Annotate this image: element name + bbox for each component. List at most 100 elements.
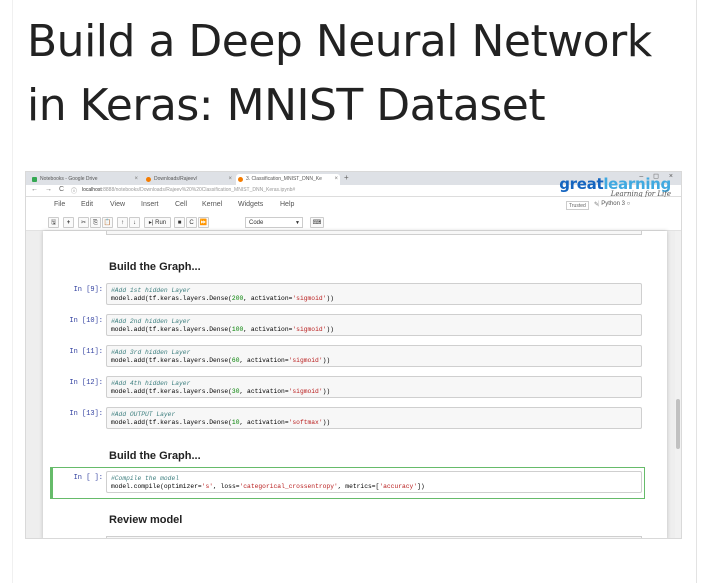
jupyter-toolbar: 🖫 + ✂ ⎘ 📋 ↑ ↓ ▸| Run ■ C ⏩ Code ▼ ⌨ xyxy=(26,214,681,231)
code-text: )) xyxy=(322,357,331,364)
code-cell-layer-2[interactable]: #Add 2nd hidden Layer model.add(tf.keras… xyxy=(106,314,642,336)
close-icon[interactable]: × xyxy=(228,174,232,185)
notebook-page: Build the Graph... In [9]: #Add 1st hidd… xyxy=(43,231,667,538)
restart-icon[interactable]: C xyxy=(186,217,197,228)
code-text: , loss= xyxy=(213,483,240,490)
url-field[interactable]: localhost:8888/notebooks/Downloads/Rajee… xyxy=(82,186,295,195)
menu-file[interactable]: File xyxy=(54,201,65,208)
info-icon[interactable]: ⓘ xyxy=(71,186,77,195)
code-text: ]) xyxy=(417,483,425,490)
reload-icon[interactable]: C xyxy=(59,186,64,193)
cell-prompt: In [ ]: xyxy=(73,474,103,482)
code-text: )) xyxy=(322,419,331,426)
code-text: , metrics=[ xyxy=(337,483,380,490)
code-text: , activation= xyxy=(243,295,293,302)
kernel-indicator: | Python 3 ○ xyxy=(598,201,631,207)
chevron-down-icon: ▼ xyxy=(295,220,300,226)
code-string: 'sigmoid' xyxy=(288,357,323,364)
great-learning-logo: greatlearning Learning for Life xyxy=(559,175,671,198)
save-icon[interactable]: 🖫 xyxy=(48,217,59,228)
menu-cell[interactable]: Cell xyxy=(175,201,187,208)
tab-google-drive[interactable]: Notebooks - Google Drive × xyxy=(30,174,140,185)
code-cell-layer-1[interactable]: #Add 1st hidden Layer model.add(tf.keras… xyxy=(106,283,642,305)
code-cell-layer-3[interactable]: #Add 3rd hidden Layer model.add(tf.keras… xyxy=(106,345,642,367)
tab-downloads[interactable]: Downloads/Rajeev/ × xyxy=(144,174,234,185)
code-text: )) xyxy=(326,295,334,302)
code-string: 'categorical_crossentropy' xyxy=(239,483,338,490)
code-text: model.add(tf.keras.layers.Dense( xyxy=(111,295,232,302)
code-text: model.add(tf.keras.layers.Dense( xyxy=(111,326,232,333)
code-number: 200 xyxy=(231,295,244,302)
code-text: , activation= xyxy=(243,326,293,333)
cell-prompt: In [9]: xyxy=(73,286,103,294)
menu-widgets[interactable]: Widgets xyxy=(238,201,263,208)
tab-label: 3. Classification_MNIST_DNN_Ke xyxy=(246,176,322,182)
code-string: 'sigmoid' xyxy=(292,326,327,333)
code-cell-layer-4[interactable]: #Add 4th hidden Layer model.add(tf.keras… xyxy=(106,376,642,398)
code-text: model.add(tf.keras.layers.Dense( xyxy=(111,388,232,395)
menu-insert[interactable]: Insert xyxy=(141,201,159,208)
code-text: model.add(tf.keras.layers.Dense( xyxy=(111,357,232,364)
menu-help[interactable]: Help xyxy=(280,201,294,208)
cell-type-select[interactable]: Code ▼ xyxy=(245,217,303,228)
move-up-icon[interactable]: ↑ xyxy=(117,217,128,228)
url-path: :8888/notebooks/Downloads/Rajeev%20%20Cl… xyxy=(101,187,296,193)
copy-icon[interactable]: ⎘ xyxy=(90,217,101,228)
code-comment: #Compile the model xyxy=(111,475,180,482)
logo-part-great: great xyxy=(559,175,604,193)
jupyter-icon xyxy=(238,177,243,182)
code-comment: #Add 1st hidden Layer xyxy=(111,287,191,294)
google-drive-icon xyxy=(32,177,37,182)
add-cell-icon[interactable]: + xyxy=(63,217,74,228)
tab-notebook-active[interactable]: 3. Classification_MNIST_DNN_Ke × xyxy=(236,174,340,185)
scrollbar-thumb[interactable] xyxy=(676,399,680,449)
cell-prompt: In [11]: xyxy=(69,348,103,356)
code-text: , activation= xyxy=(239,419,289,426)
close-icon[interactable]: × xyxy=(334,174,338,185)
cell-type-value: Code xyxy=(249,220,264,226)
code-comment: #Add 2nd hidden Layer xyxy=(111,318,191,325)
cut-icon[interactable]: ✂ xyxy=(78,217,89,228)
code-text: model.add(tf.keras.layers.Dense( xyxy=(111,419,232,426)
menu-view[interactable]: View xyxy=(110,201,125,208)
menu-kernel[interactable]: Kernel xyxy=(202,201,222,208)
jupyter-icon xyxy=(146,177,151,182)
code-string: 'sigmoid' xyxy=(288,388,323,395)
notebook-area: Build the Graph... In [9]: #Add 1st hidd… xyxy=(26,231,681,538)
stop-icon[interactable]: ■ xyxy=(174,217,185,228)
code-string: 'softmax' xyxy=(288,419,323,426)
new-tab-button[interactable]: + xyxy=(344,173,349,182)
code-text: )) xyxy=(322,388,331,395)
next-cell-partial xyxy=(106,536,642,538)
run-button[interactable]: ▸| Run xyxy=(144,217,171,228)
previous-cell-partial xyxy=(106,231,642,235)
cell-prompt: In [12]: xyxy=(69,379,103,387)
code-cell-output-layer[interactable]: #Add OUTPUT Layer model.add(tf.keras.lay… xyxy=(106,407,642,429)
code-comment: #Add 3rd hidden Layer xyxy=(111,349,191,356)
code-string: 's' xyxy=(201,483,214,490)
markdown-heading-review-model: Review model xyxy=(109,514,183,526)
close-icon[interactable]: × xyxy=(134,174,138,185)
kernel-status-icon: ○ xyxy=(626,201,631,207)
kernel-name: Python 3 xyxy=(601,201,625,207)
fast-forward-icon[interactable]: ⏩ xyxy=(198,217,209,228)
code-number: 100 xyxy=(231,326,244,333)
code-string: 'sigmoid' xyxy=(292,295,327,302)
markdown-heading-build-graph-2: Build the Graph... xyxy=(109,450,201,462)
code-cell-compile[interactable]: #Compile the model model.compile(optimiz… xyxy=(106,471,642,493)
forward-arrow-icon[interactable]: → xyxy=(45,186,52,193)
markdown-heading-build-graph: Build the Graph... xyxy=(109,261,201,273)
url-host: localhost xyxy=(82,187,102,193)
move-down-icon[interactable]: ↓ xyxy=(129,217,140,228)
vertical-scrollbar[interactable] xyxy=(675,231,681,538)
paste-icon[interactable]: 📋 xyxy=(102,217,113,228)
menu-edit[interactable]: Edit xyxy=(81,201,93,208)
code-comment: #Add 4th hidden Layer xyxy=(111,380,191,387)
code-text: model.compile(optimizer= xyxy=(111,483,202,490)
back-arrow-icon[interactable]: ← xyxy=(31,186,38,193)
cell-prompt: In [13]: xyxy=(69,410,103,418)
trusted-badge[interactable]: Trusted xyxy=(566,201,589,210)
notebook-screenshot: Notebooks - Google Drive × Downloads/Raj… xyxy=(25,171,682,539)
keyboard-icon[interactable]: ⌨ xyxy=(310,217,324,228)
page-title: Build a Deep Neural Network in Keras: MN… xyxy=(27,16,652,131)
